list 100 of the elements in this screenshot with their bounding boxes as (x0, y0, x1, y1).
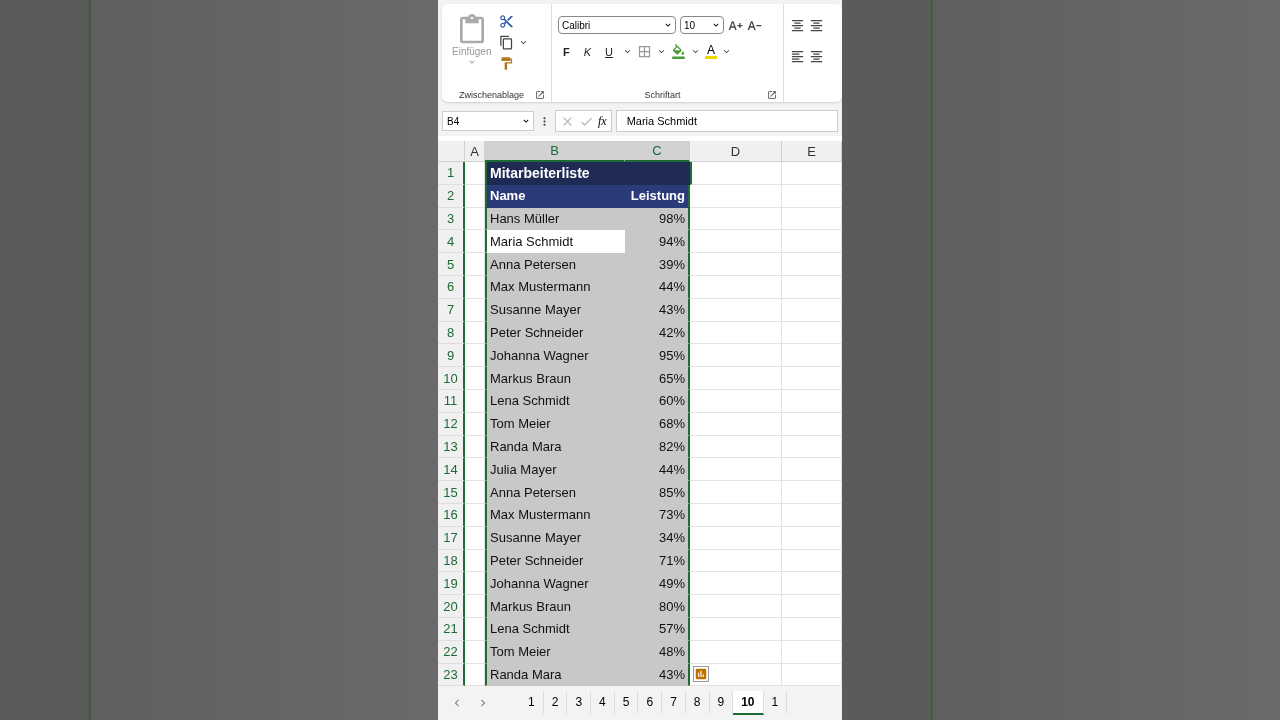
row-header[interactable]: 19 (438, 572, 465, 596)
underline-button[interactable]: U (600, 45, 619, 58)
row-header[interactable]: 21 (438, 617, 465, 641)
table-cell[interactable]: Randa Mara (485, 663, 625, 687)
table-cell[interactable]: 43% (625, 298, 690, 322)
sheet-tab[interactable]: 1 (520, 691, 544, 716)
table-cell[interactable]: 73% (625, 503, 690, 527)
table-cell[interactable]: 68% (625, 412, 690, 436)
sheet-tab[interactable]: 4 (591, 691, 615, 716)
sheet-tab[interactable]: 7 (662, 691, 686, 716)
table-cell[interactable]: Peter Schneider (485, 321, 625, 345)
font-name-field[interactable]: Calibri (558, 16, 676, 34)
table-cell[interactable]: 85% (625, 481, 690, 504)
row-header[interactable]: 20 (438, 595, 465, 618)
table-cell[interactable]: 60% (625, 389, 690, 413)
font-color-button[interactable]: A (705, 44, 718, 59)
sheet-tab[interactable]: 10 (733, 691, 764, 716)
column-header[interactable]: D (690, 141, 782, 162)
table-cell[interactable]: Johanna Wagner (485, 572, 625, 596)
table-cell[interactable]: 65% (625, 367, 690, 390)
table-cell[interactable]: 39% (625, 253, 690, 276)
table-title: Mitarbeiterliste (485, 162, 690, 185)
row-header[interactable]: 4 (438, 230, 465, 254)
align-center-icon[interactable] (809, 49, 824, 64)
sheet-tab[interactable]: 3 (567, 691, 592, 716)
name-box[interactable]: B4 (442, 111, 534, 131)
row-header[interactable]: 14 (438, 458, 465, 482)
row-header[interactable]: 3 (438, 207, 465, 231)
table-cell[interactable]: 82% (625, 435, 690, 459)
row-header[interactable]: 13 (438, 435, 465, 459)
table-cell[interactable]: Randa Mara (485, 435, 625, 459)
select-all-corner[interactable] (438, 141, 465, 162)
table-cell[interactable]: 44% (625, 276, 690, 299)
sheet-tab[interactable]: 6 (638, 691, 663, 716)
insert-function-button[interactable]: fx (598, 113, 607, 129)
table-cell[interactable]: Anna Petersen (485, 253, 625, 276)
table-cell[interactable]: Max Mustermann (485, 503, 625, 527)
table-cell[interactable]: 57% (625, 617, 690, 641)
table-cell[interactable]: 43% (625, 663, 690, 687)
table-cell[interactable]: 49% (625, 572, 690, 596)
row-header[interactable]: 10 (438, 367, 465, 390)
row-header[interactable]: 6 (438, 276, 465, 299)
group-label: Zwischenablage (457, 90, 525, 100)
table-cell[interactable]: Julia Mayer (485, 458, 625, 482)
sheet-tab[interactable]: 1 (763, 691, 788, 716)
table-cell[interactable]: 34% (625, 526, 690, 550)
column-header[interactable]: E (782, 141, 842, 162)
column-header[interactable]: A (465, 141, 485, 162)
table-cell[interactable]: Peter Schneider (485, 549, 625, 573)
table-cell[interactable]: 48% (625, 640, 690, 664)
row-header[interactable]: 23 (438, 663, 465, 687)
row-header[interactable]: 9 (438, 344, 465, 368)
row-header[interactable]: 1 (438, 162, 465, 185)
column-header[interactable]: C (625, 141, 690, 162)
table-cell[interactable]: 95% (625, 344, 690, 368)
table-cell[interactable]: 44% (625, 458, 690, 482)
dialog-launcher-icon[interactable] (535, 90, 545, 100)
row-header[interactable]: 7 (438, 298, 465, 322)
table-cell[interactable]: Tom Meier (485, 412, 625, 436)
sheet-tab[interactable]: 2 (543, 691, 568, 716)
row-header[interactable]: 5 (438, 253, 465, 276)
table-cell[interactable]: Lena Schmidt (485, 617, 625, 641)
table-cell[interactable]: 80% (625, 595, 690, 618)
table-cell[interactable]: 98% (625, 207, 690, 231)
table-cell[interactable]: 42% (625, 321, 690, 345)
row-header[interactable]: 16 (438, 503, 465, 527)
row-header[interactable]: 12 (438, 412, 465, 436)
quick-analysis-icon[interactable] (693, 666, 709, 683)
italic-button[interactable]: K (578, 45, 597, 58)
table-cell[interactable]: Johanna Wagner (485, 344, 625, 368)
align-left-icon[interactable] (790, 49, 805, 64)
table-cell[interactable]: 71% (625, 549, 690, 573)
font-size-field[interactable]: 10 (680, 16, 724, 34)
formula-field[interactable]: Maria Schmidt (615, 110, 838, 132)
row-header[interactable]: 8 (438, 321, 465, 345)
row-header[interactable]: 18 (438, 549, 465, 573)
table-cell[interactable]: Anna Petersen (485, 481, 625, 504)
row-header[interactable]: 17 (438, 526, 465, 550)
table-cell[interactable]: Markus Braun (485, 367, 625, 390)
column-header[interactable]: B (485, 141, 625, 162)
borders-icon[interactable] (637, 44, 653, 59)
table-cell[interactable]: Susanne Mayer (485, 526, 625, 550)
row-header[interactable]: 15 (438, 481, 465, 504)
dialog-launcher-icon[interactable] (767, 90, 777, 100)
table-cell[interactable]: Max Mustermann (485, 276, 625, 299)
fill-color-icon[interactable] (671, 44, 687, 59)
table-cell[interactable]: Tom Meier (485, 640, 625, 664)
bold-button[interactable]: F (558, 45, 575, 58)
table-cell[interactable]: Markus Braun (485, 595, 625, 618)
table-cell[interactable]: Hans Müller (485, 207, 625, 231)
sheet-tab[interactable]: 5 (614, 691, 639, 716)
column-heading: Name (485, 184, 625, 208)
sheet-tab[interactable]: 8 (685, 691, 710, 716)
row-header[interactable]: 22 (438, 640, 465, 664)
row-header[interactable]: 2 (438, 184, 465, 208)
table-cell[interactable]: Susanne Mayer (485, 298, 625, 322)
table-cell[interactable]: 94% (625, 230, 690, 254)
table-cell[interactable]: Lena Schmidt (485, 389, 625, 413)
copy-icon[interactable] (499, 35, 515, 50)
row-header[interactable]: 11 (438, 389, 465, 413)
